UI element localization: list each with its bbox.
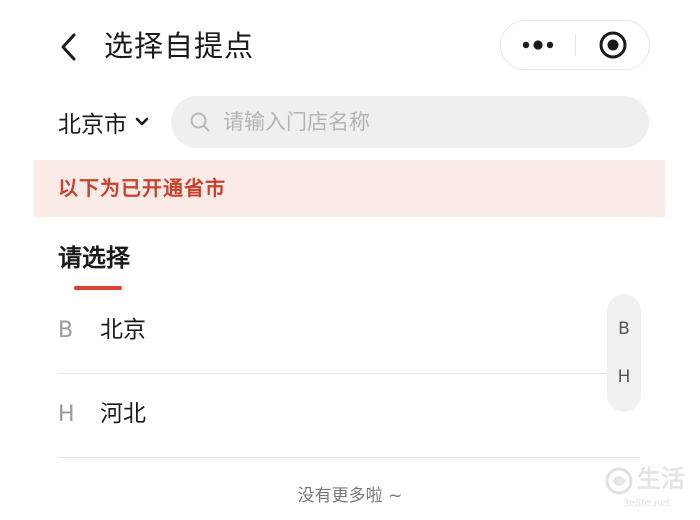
list-item-beijing[interactable]: B 北京: [58, 290, 640, 374]
watermark-logo: 生活 3elife.net: [603, 464, 700, 520]
mini-program-capsule: [500, 20, 650, 70]
list-item-name: 河北: [100, 401, 146, 427]
watermark-text: 生活: [637, 465, 685, 493]
tab-please-select[interactable]: 请选择: [58, 240, 130, 276]
list-item-letter: H: [58, 402, 75, 427]
store-search-box[interactable]: [171, 96, 649, 148]
more-button[interactable]: [501, 21, 575, 69]
store-search-input[interactable]: [221, 109, 625, 135]
list-divider: [58, 457, 640, 458]
no-more-text: 没有更多啦 ~: [297, 486, 403, 506]
alphabet-index-bar[interactable]: B H: [607, 294, 641, 412]
list-item-letter: B: [58, 318, 74, 343]
target-close-icon: [599, 31, 627, 59]
list-item-hebei[interactable]: H 河北: [58, 374, 640, 458]
chevron-left-icon: [61, 33, 76, 61]
watermark-url: 3elife.net: [623, 498, 671, 509]
chevron-down-icon: [135, 117, 149, 126]
page-title: 选择自提点: [104, 29, 255, 63]
back-button[interactable]: [52, 30, 86, 64]
more-dots-icon: [522, 40, 554, 50]
notice-text: 以下为已开通省市: [58, 176, 226, 200]
list-item-name: 北京: [100, 317, 146, 343]
index-letter-h[interactable]: H: [607, 366, 641, 388]
city-selector[interactable]: 北京市: [58, 104, 149, 140]
notice-bar: 以下为已开通省市: [34, 160, 665, 217]
index-letter-b[interactable]: B: [607, 318, 641, 340]
watermark-emblem-icon: [605, 467, 633, 495]
city-label: 北京市: [58, 112, 127, 138]
search-icon: [190, 112, 210, 132]
close-mini-program-button[interactable]: [576, 21, 650, 69]
